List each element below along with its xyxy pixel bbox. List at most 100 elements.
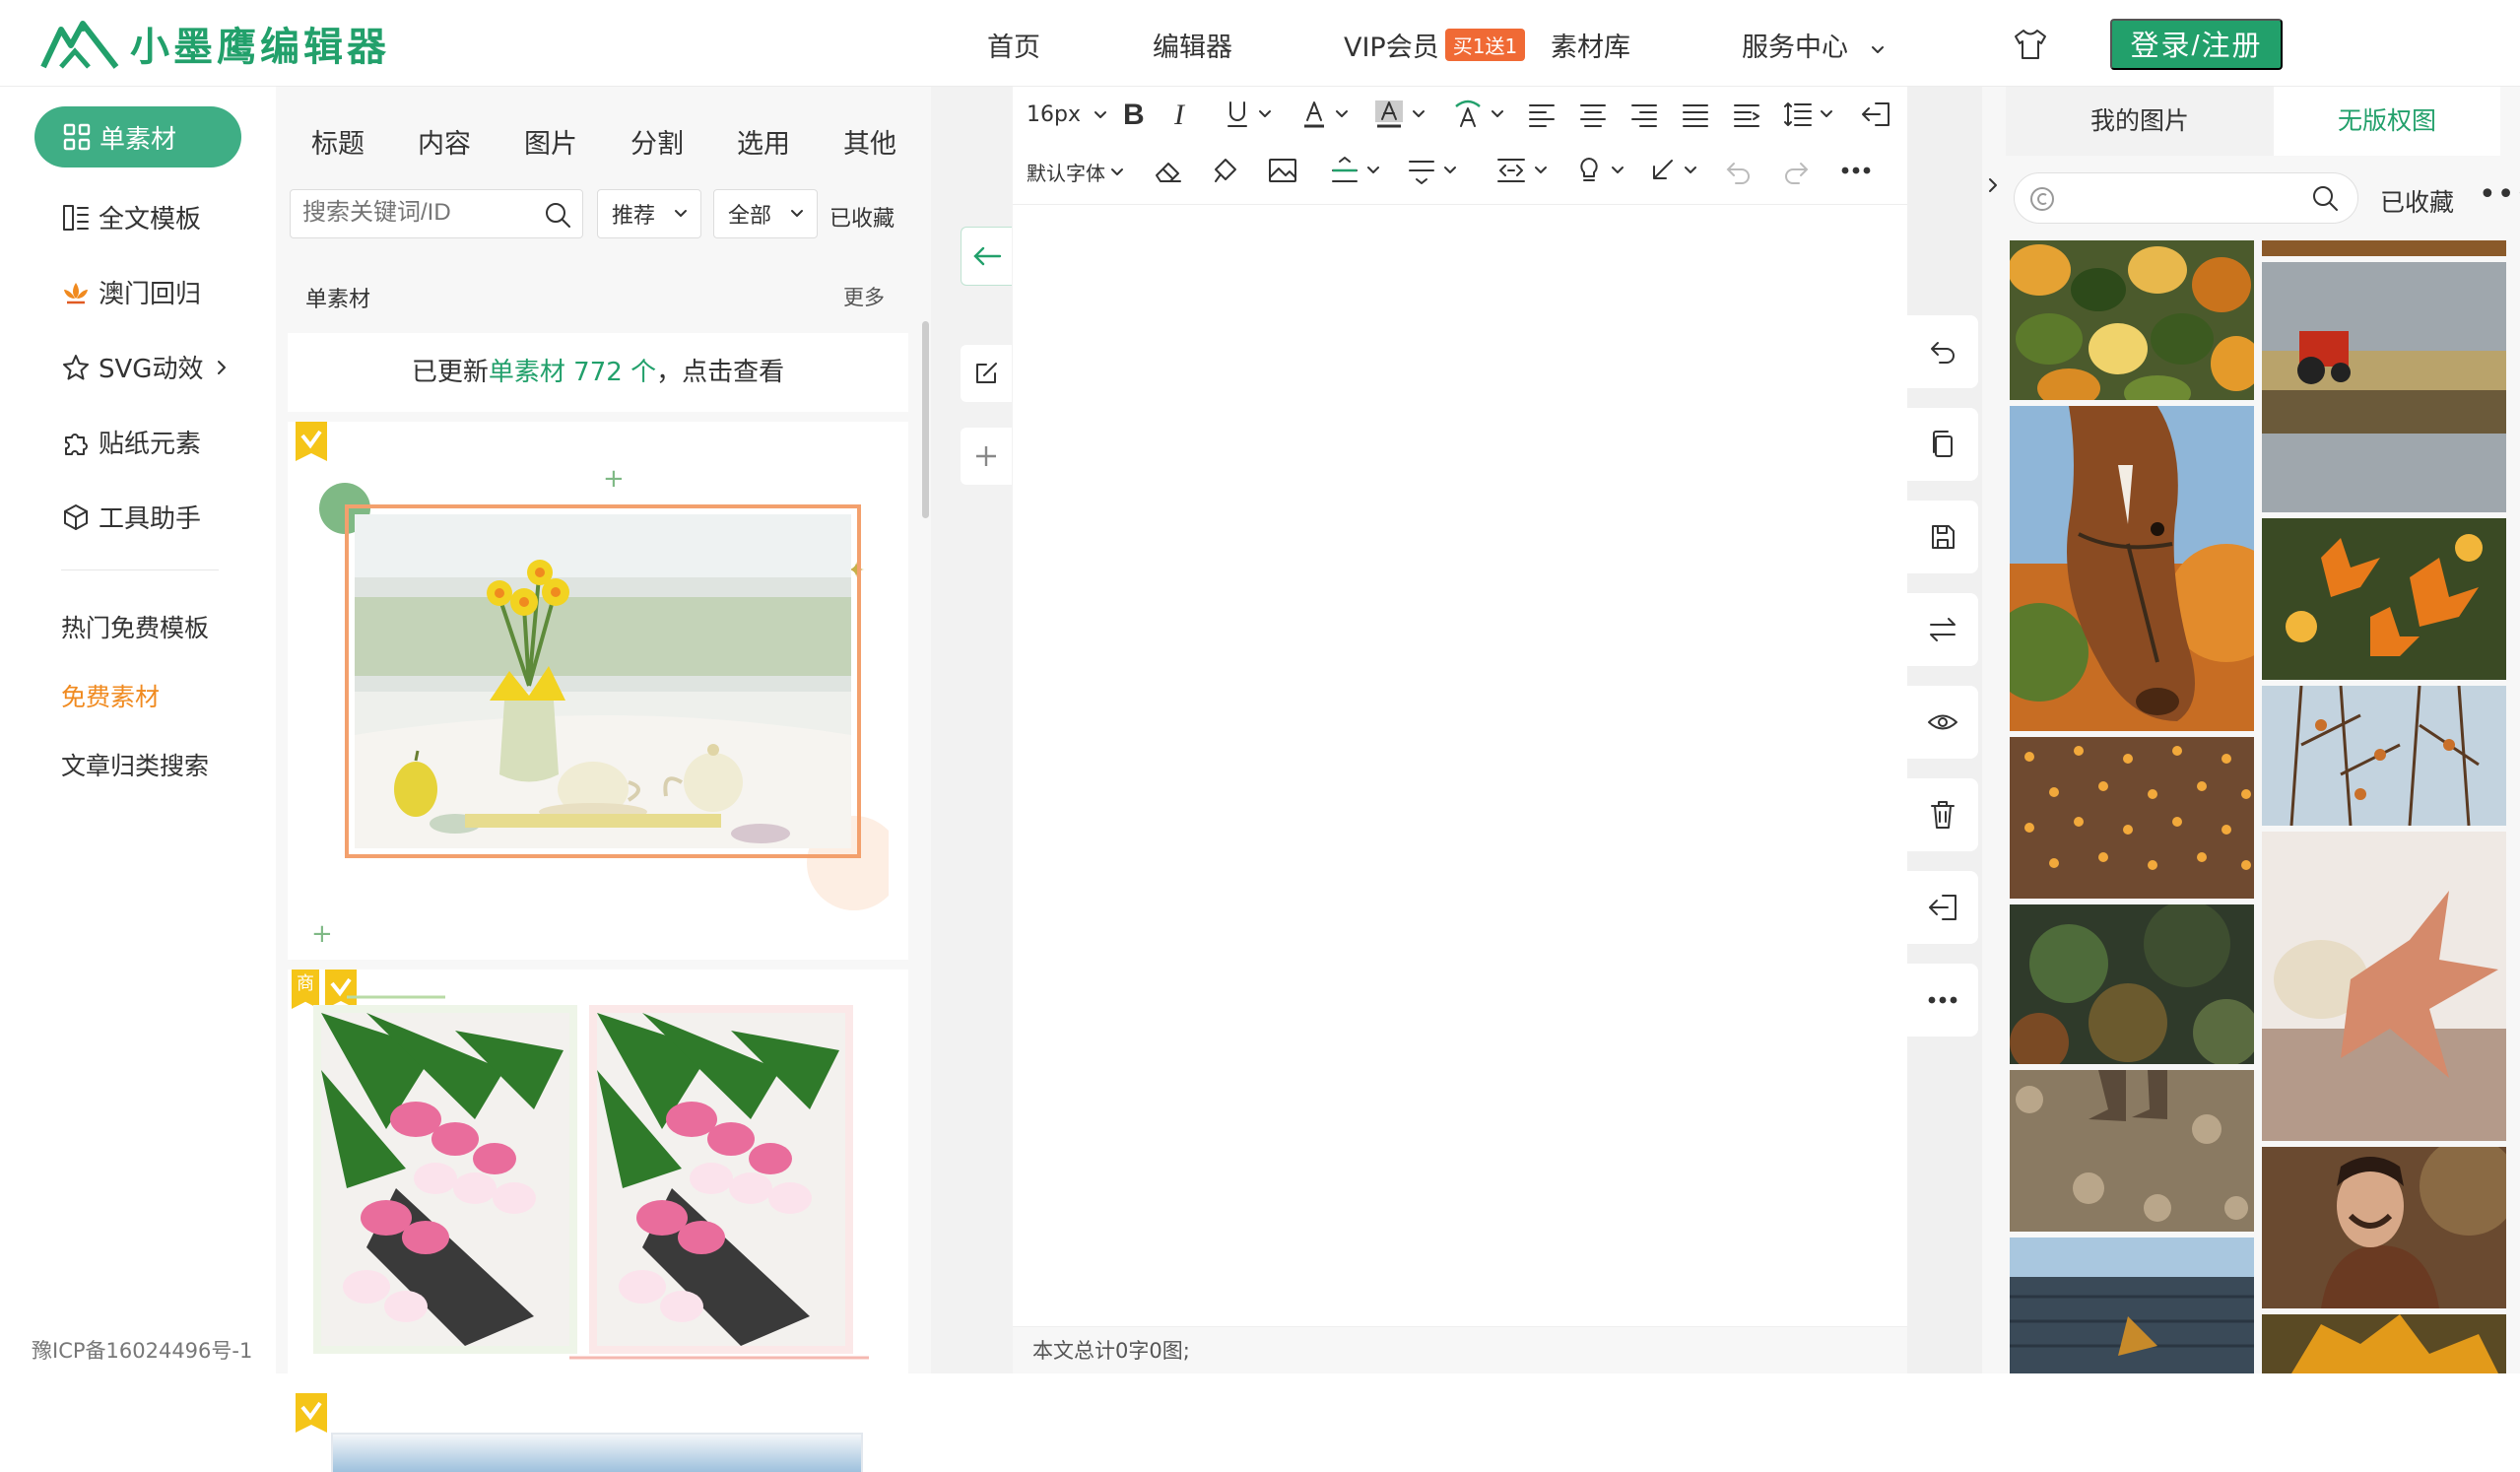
- import-button[interactable]: [1907, 871, 1978, 944]
- indent-icon[interactable]: [1732, 102, 1761, 128]
- sidebar-link-article-search[interactable]: 文章归类搜索: [61, 747, 209, 782]
- more-icon[interactable]: [1840, 166, 1872, 175]
- line-height-select[interactable]: [1783, 100, 1834, 128]
- pumpkin-leaf-thumbnail[interactable]: [2262, 832, 2506, 1141]
- tab-title[interactable]: 标题: [311, 122, 365, 161]
- puzzle-icon: [65, 433, 88, 455]
- font-size-value: 16px: [1027, 102, 1081, 127]
- leaves-thumbnail[interactable]: [2010, 904, 2254, 1064]
- sidebar-item-tools[interactable]: 工具助手: [61, 499, 201, 535]
- chevron-right-icon: [218, 360, 227, 374]
- undo-icon[interactable]: [1724, 156, 1754, 185]
- gourds-thumbnail[interactable]: [2010, 240, 2254, 400]
- sidebar-item-full-template[interactable]: 全文模板: [61, 199, 201, 235]
- align-center-icon[interactable]: [1578, 102, 1608, 128]
- man-portrait-thumbnail[interactable]: [2262, 1147, 2506, 1308]
- nav-vip[interactable]: VIP会员 买1送1: [1344, 26, 1526, 64]
- maple-leaves-thumbnail[interactable]: [2262, 518, 2506, 680]
- add-button[interactable]: [961, 428, 1012, 485]
- boardwalk-thumbnail[interactable]: [2010, 1238, 2254, 1373]
- swap-button[interactable]: [1907, 593, 1978, 666]
- image-more-button[interactable]: •••: [2479, 177, 2520, 212]
- delete-button[interactable]: [1907, 778, 1978, 851]
- sort-dropdown[interactable]: 推荐: [597, 189, 701, 238]
- paragraph-spacing-icon: [1332, 157, 1358, 182]
- icp-license[interactable]: 豫ICP备16024496号-1: [32, 1335, 252, 1365]
- logo[interactable]: 小墨鹰编辑器: [39, 16, 390, 71]
- pattern-thumbnail[interactable]: [2010, 737, 2254, 899]
- tab-selection[interactable]: 选用: [737, 122, 790, 161]
- material-card[interactable]: 商: [288, 970, 908, 1383]
- bold-icon[interactable]: B: [1123, 99, 1145, 132]
- login-register-button[interactable]: 登录/注册: [2110, 19, 2283, 70]
- underline-select[interactable]: [1224, 99, 1273, 130]
- italic-icon[interactable]: I: [1174, 99, 1184, 132]
- tab-content[interactable]: 内容: [418, 122, 471, 161]
- redo-icon[interactable]: [1781, 156, 1811, 185]
- nav-home[interactable]: 首页: [987, 26, 1040, 64]
- tshirt-skin-icon[interactable]: [2012, 28, 2049, 61]
- image-icon[interactable]: [1267, 156, 1298, 185]
- insert-select[interactable]: [1647, 156, 1698, 185]
- collapse-panel-button[interactable]: [961, 227, 1012, 286]
- more-tools-button[interactable]: [1907, 964, 1978, 1037]
- editor-content-area[interactable]: [1013, 210, 1907, 1323]
- nav-editor[interactable]: 编辑器: [1153, 26, 1232, 64]
- more-link[interactable]: 更多: [843, 282, 885, 311]
- copy-button[interactable]: [1907, 408, 1978, 481]
- tab-my-images[interactable]: 我的图片: [2006, 87, 2274, 156]
- align-justify-icon[interactable]: [1681, 102, 1710, 128]
- eraser-icon[interactable]: [1153, 156, 1184, 185]
- nav-service[interactable]: 服务中心: [1742, 26, 1887, 64]
- chevron-down-icon: [1094, 110, 1106, 118]
- undo-all-button[interactable]: [1907, 315, 1978, 388]
- nav-materials[interactable]: 素材库: [1551, 26, 1630, 64]
- font-size-select[interactable]: 16px: [1027, 102, 1108, 127]
- tab-image[interactable]: 图片: [524, 122, 577, 161]
- paragraph-spacing-select[interactable]: [1330, 156, 1381, 185]
- font-color-select[interactable]: [1300, 99, 1350, 130]
- save-button[interactable]: [1907, 501, 1978, 573]
- update-notice[interactable]: 已更新单素材 772 个，点击查看: [288, 333, 908, 412]
- tractor-thumbnail[interactable]: [2262, 262, 2506, 512]
- image-search-input[interactable]: [2064, 179, 2281, 217]
- font-family-select[interactable]: 默认字体: [1027, 158, 1125, 186]
- sidebar-item-single-material[interactable]: 单素材: [34, 106, 241, 167]
- edit-button[interactable]: [961, 345, 1012, 402]
- preview-button[interactable]: [1907, 686, 1978, 759]
- horse-thumbnail[interactable]: [2010, 406, 2254, 731]
- format-painter-icon[interactable]: [1210, 156, 1241, 185]
- bulb-select[interactable]: [1574, 156, 1625, 185]
- image-favorites-link[interactable]: 已收藏: [2380, 183, 2454, 219]
- chevron-down-icon: [1871, 46, 1884, 53]
- material-card[interactable]: + + ✦: [288, 422, 908, 960]
- tab-other[interactable]: 其他: [843, 122, 896, 161]
- sidebar-item-svg-effects[interactable]: SVG动效: [61, 349, 238, 385]
- sidebar-item-macau[interactable]: 澳门回归: [61, 274, 201, 310]
- letter-spacing-select[interactable]: [1495, 156, 1549, 185]
- filter-dropdown[interactable]: 全部: [713, 189, 818, 238]
- autumn-leaf-thumbnail[interactable]: [2262, 1314, 2506, 1373]
- align-left-icon[interactable]: [1527, 102, 1557, 128]
- material-scrollbar[interactable]: [922, 321, 929, 518]
- text-effect-select[interactable]: [1452, 99, 1505, 130]
- tab-free-images[interactable]: 无版权图: [2274, 87, 2500, 156]
- search-icon[interactable]: [543, 200, 572, 230]
- boots-thumbnail[interactable]: [2010, 1070, 2254, 1232]
- align-right-icon[interactable]: [1629, 102, 1659, 128]
- search-icon[interactable]: [2310, 183, 2340, 213]
- tab-divider[interactable]: 分割: [630, 122, 684, 161]
- sidebar-item-label: 工具助手: [99, 504, 202, 534]
- sidebar-link-hot-free-templates[interactable]: 热门免费模板: [61, 609, 209, 644]
- divider-select[interactable]: [1407, 156, 1458, 185]
- material-search-input[interactable]: [291, 190, 527, 235]
- background-color-select[interactable]: [1373, 99, 1426, 130]
- pine-cones-thumbnail[interactable]: [2262, 240, 2506, 256]
- bare-branches-thumbnail[interactable]: [2262, 686, 2506, 826]
- sidebar-link-free-materials[interactable]: 免费素材: [61, 678, 160, 713]
- material-card[interactable]: [288, 1393, 908, 1472]
- collected-link[interactable]: 已收藏: [829, 201, 895, 233]
- exit-format-icon[interactable]: [1860, 100, 1891, 128]
- chevron-right-icon[interactable]: [1982, 156, 2004, 215]
- sidebar-item-stickers[interactable]: 贴纸元素: [61, 424, 201, 460]
